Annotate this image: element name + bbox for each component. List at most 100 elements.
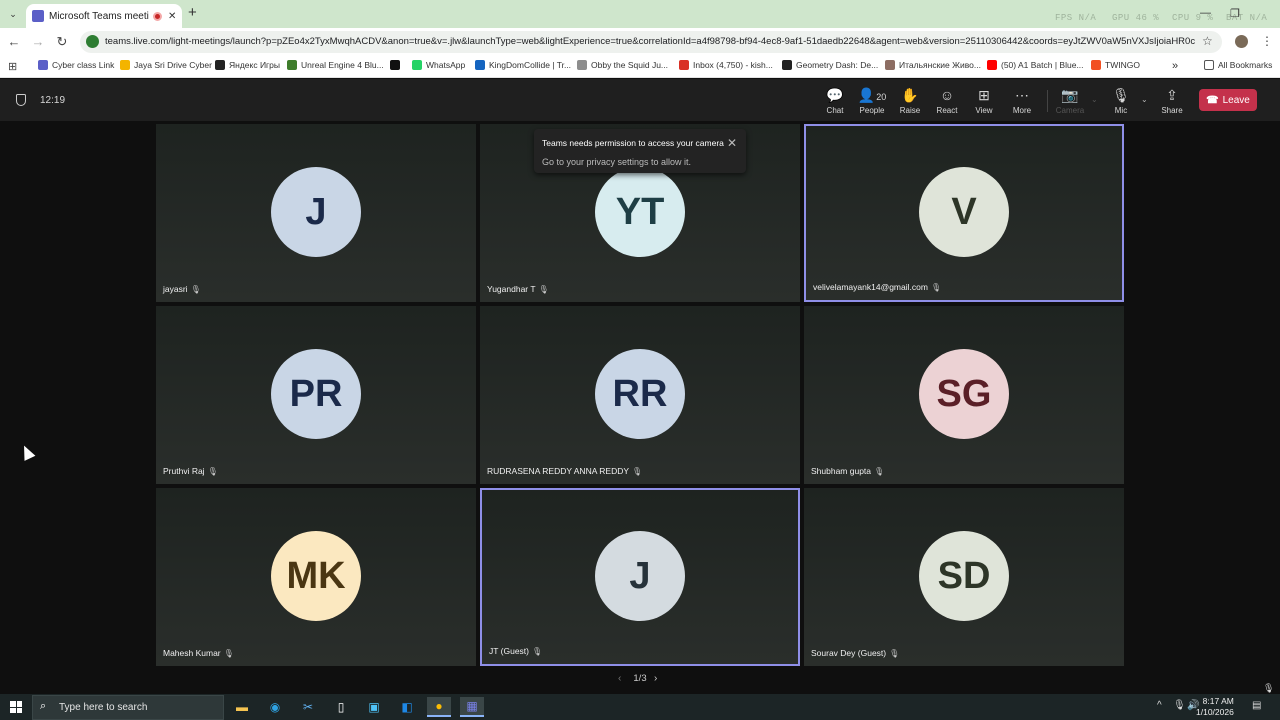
bookmark-item[interactable]: (50) A1 Batch | Blue...: [987, 60, 1084, 70]
tray-mic-icon[interactable]: 🎙: [1173, 700, 1186, 711]
reload-icon[interactable]: ↻: [54, 34, 70, 50]
bookmark-favicon-icon: [120, 60, 130, 70]
participant-tile[interactable]: SD Sourav Dey (Guest) 🎙: [804, 488, 1124, 666]
tab-search-icon[interactable]: ⌄: [5, 6, 21, 22]
taskbar-clock[interactable]: 8:17 AM 1/10/2026: [1196, 696, 1234, 718]
view-icon: ⊞: [978, 87, 990, 103]
back-icon[interactable]: ←: [6, 34, 22, 49]
bookmark-label: Cyber class Link: [52, 60, 115, 70]
participant-tile[interactable]: MK Mahesh Kumar 🎙: [156, 488, 476, 666]
toast-body: Go to your privacy settings to allow it.: [542, 157, 692, 167]
participant-name: Mahesh Kumar: [163, 648, 221, 658]
more-bookmarks-icon[interactable]: »: [1172, 60, 1178, 72]
tab-close-icon[interactable]: ✕: [168, 11, 176, 22]
chat-icon: 💬: [826, 87, 844, 103]
new-tab-button[interactable]: +: [188, 5, 197, 21]
participant-name-label: Sourav Dey (Guest) 🎙: [811, 648, 899, 658]
bookmark-item[interactable]: KingDomCollide | Tr...: [475, 60, 571, 70]
camera-options-chevron-icon[interactable]: ⌄: [1091, 95, 1098, 104]
toolbar-people-button[interactable]: 👤20 People: [853, 86, 891, 115]
mic-in-use-icon[interactable]: [86, 35, 99, 48]
bookmark-item[interactable]: Inbox (4,750) - kish...: [679, 60, 773, 70]
all-bookmarks[interactable]: All Bookmarks: [1204, 60, 1272, 70]
minimize-icon[interactable]: —: [1200, 7, 1211, 19]
taskbar-search[interactable]: ⌕ Type here to search: [32, 695, 224, 720]
toolbar-react-button[interactable]: ☺ React: [928, 86, 966, 115]
url-text[interactable]: teams.live.com/light-meetings/launch?p=p…: [105, 36, 1195, 47]
apps-grid-icon[interactable]: ⊞: [8, 60, 17, 73]
page-next-icon[interactable]: ›: [654, 673, 657, 684]
edge-icon[interactable]: ◉: [263, 697, 287, 717]
toolbar-label: Share: [1161, 106, 1183, 115]
outlook-icon[interactable]: ◧: [395, 697, 419, 717]
bookmark-label: Geometry Dash: De...: [796, 60, 879, 70]
toolbar-view-button[interactable]: ⊞ View: [965, 86, 1003, 115]
toolbar-share-button[interactable]: ⇪ Share: [1153, 86, 1191, 115]
snipping-tool-icon[interactable]: ✂: [296, 697, 320, 717]
mic-muted-icon: 🎙: [223, 649, 234, 658]
bookmark-label: Итальянские Живо...: [899, 60, 981, 70]
participant-tile[interactable]: SG Shubham gupta 🎙: [804, 306, 1124, 484]
tab-teams-meeting[interactable]: Microsoft Teams meeting | ✕: [26, 4, 182, 28]
avatar: SG: [919, 349, 1009, 439]
chrome-icon[interactable]: ●: [427, 697, 451, 717]
bookmark-item[interactable]: WhatsApp: [412, 60, 465, 70]
file-explorer-icon[interactable]: ▬: [230, 697, 254, 717]
participant-tile[interactable]: PR Pruthvi Raj 🎙: [156, 306, 476, 484]
windows-start-icon[interactable]: [10, 701, 22, 713]
participant-tile[interactable]: J JT (Guest) 🎙: [480, 488, 800, 666]
raise-icon: ✋: [901, 87, 919, 103]
mic-icon: 🎙: [1112, 87, 1130, 103]
teams-taskbar-icon[interactable]: ▦: [460, 697, 484, 717]
bookmark-item[interactable]: Obby the Squid Ju...: [577, 60, 668, 70]
bookmark-item[interactable]: [390, 60, 404, 70]
toolbar-label: Mic: [1114, 106, 1128, 115]
bookmark-item[interactable]: Jaya Sri Drive Cyber: [120, 60, 212, 70]
participant-tile[interactable]: Vvelivelamayank14@gmail.com 🎙: [804, 124, 1124, 302]
people-icon-wrap: 👤20: [853, 86, 891, 104]
bookmark-star-icon[interactable]: ☆: [1202, 34, 1213, 48]
bookmark-item[interactable]: Unreal Engine 4 Blu...: [287, 60, 384, 70]
profile-avatar[interactable]: [1235, 35, 1248, 48]
toolbar-mic-button[interactable]: 🎙 Mic: [1102, 86, 1140, 115]
hud-gpu: GPU 46 %: [1112, 13, 1160, 23]
bookmark-favicon-icon: [215, 60, 225, 70]
bookmark-item[interactable]: Cyber class Link: [38, 60, 114, 70]
restore-icon[interactable]: ❐: [1230, 7, 1240, 20]
mouse-cursor-icon: [18, 443, 36, 461]
participant-tile[interactable]: Jjayasri 🎙: [156, 124, 476, 302]
bookmark-favicon-icon: [577, 60, 587, 70]
toast-close-icon[interactable]: ✕: [727, 136, 737, 150]
toolbar-more-button[interactable]: ⋯ More: [1003, 86, 1041, 115]
folder-icon: [1204, 60, 1214, 70]
notepad-icon[interactable]: ▯: [329, 697, 353, 717]
bookmark-item[interactable]: Итальянские Живо...: [885, 60, 981, 70]
toolbar-label: React: [936, 106, 958, 115]
store-icon[interactable]: ▣: [362, 697, 386, 717]
bookmark-label: (50) A1 Batch | Blue...: [1001, 60, 1084, 70]
hud-fps: FPS N/A: [1055, 13, 1097, 23]
leave-button[interactable]: ☎ Leave: [1199, 89, 1257, 111]
search-icon: ⌕: [40, 700, 47, 712]
participant-name: Pruthvi Raj: [163, 466, 205, 476]
participant-name-label: Yugandhar T 🎙: [487, 284, 549, 294]
browser-menu-icon[interactable]: ⋮: [1261, 34, 1273, 48]
toolbar-chat-button[interactable]: 💬 Chat: [816, 86, 854, 115]
recording-icon: [153, 11, 162, 21]
participant-tile[interactable]: RR RUDRASENA REDDY ANNA REDDY 🎙: [480, 306, 800, 484]
forward-icon[interactable]: →: [30, 34, 46, 49]
bookmark-label: Inbox (4,750) - kish...: [693, 60, 773, 70]
bookmark-item[interactable]: Яндекс Игры: [215, 60, 280, 70]
mic-options-chevron-icon[interactable]: ⌄: [1141, 95, 1148, 104]
toast-title: Teams needs permission to access your ca…: [542, 138, 724, 148]
bookmark-item[interactable]: Geometry Dash: De...: [782, 60, 878, 70]
bookmark-item[interactable]: TWINGO: [1091, 60, 1140, 70]
react-icon: ☺: [939, 87, 955, 103]
people-icon: 👤: [857, 87, 876, 103]
participant-name: velivelamayank14@gmail.com: [813, 282, 928, 292]
participant-name-label: Shubham gupta 🎙: [811, 466, 884, 476]
toolbar-camera-button[interactable]: 📷 Camera: [1051, 86, 1089, 115]
notifications-icon[interactable]: ▤: [1252, 700, 1261, 711]
toolbar-raise-button[interactable]: ✋ Raise: [891, 86, 929, 115]
tray-overflow-icon[interactable]: ^: [1157, 700, 1162, 711]
